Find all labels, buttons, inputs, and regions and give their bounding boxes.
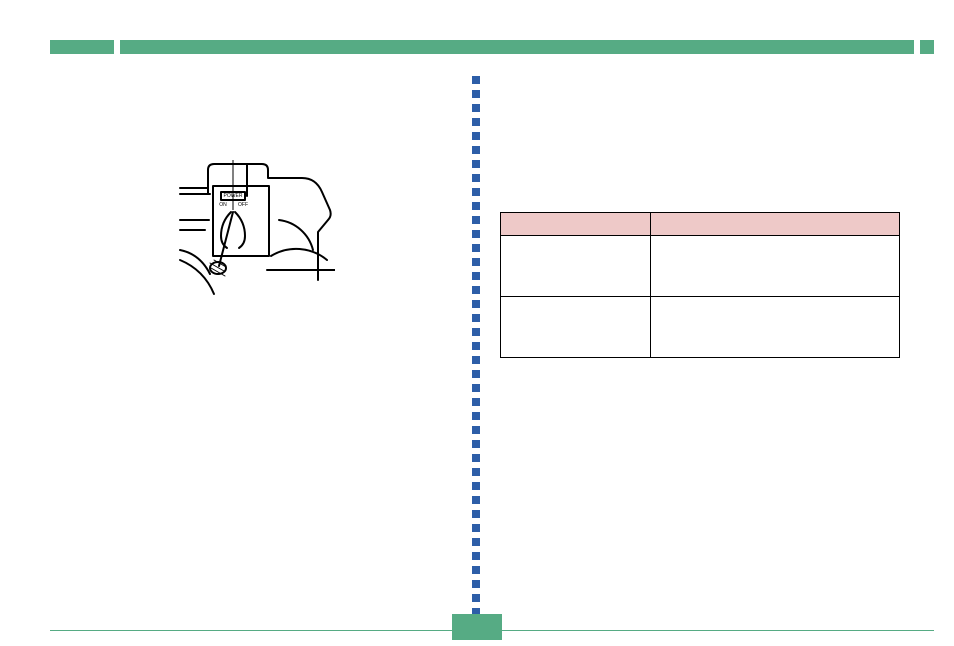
table-header-1 <box>501 213 651 236</box>
cell-r2c2 <box>650 297 899 358</box>
cell-r1c1 <box>501 236 651 297</box>
top-rule-gap-right <box>914 40 920 54</box>
top-rule-gap-left <box>114 40 120 54</box>
page-number-box <box>452 614 502 640</box>
spec-table <box>500 212 900 358</box>
cell-r1c2 <box>650 236 899 297</box>
label-power: POWER <box>224 193 243 199</box>
left-column: POWER ON OFF <box>60 90 450 310</box>
table-header-2 <box>650 213 899 236</box>
table-header-row <box>501 213 900 236</box>
power-switch-illustration: POWER ON OFF <box>175 160 335 310</box>
label-on: ON <box>219 202 227 208</box>
column-divider <box>472 76 480 616</box>
table-row <box>501 297 900 358</box>
right-column <box>500 90 910 358</box>
label-off: OFF <box>238 202 248 208</box>
cell-r2c1 <box>501 297 651 358</box>
top-rule <box>50 40 934 54</box>
table-row <box>501 236 900 297</box>
